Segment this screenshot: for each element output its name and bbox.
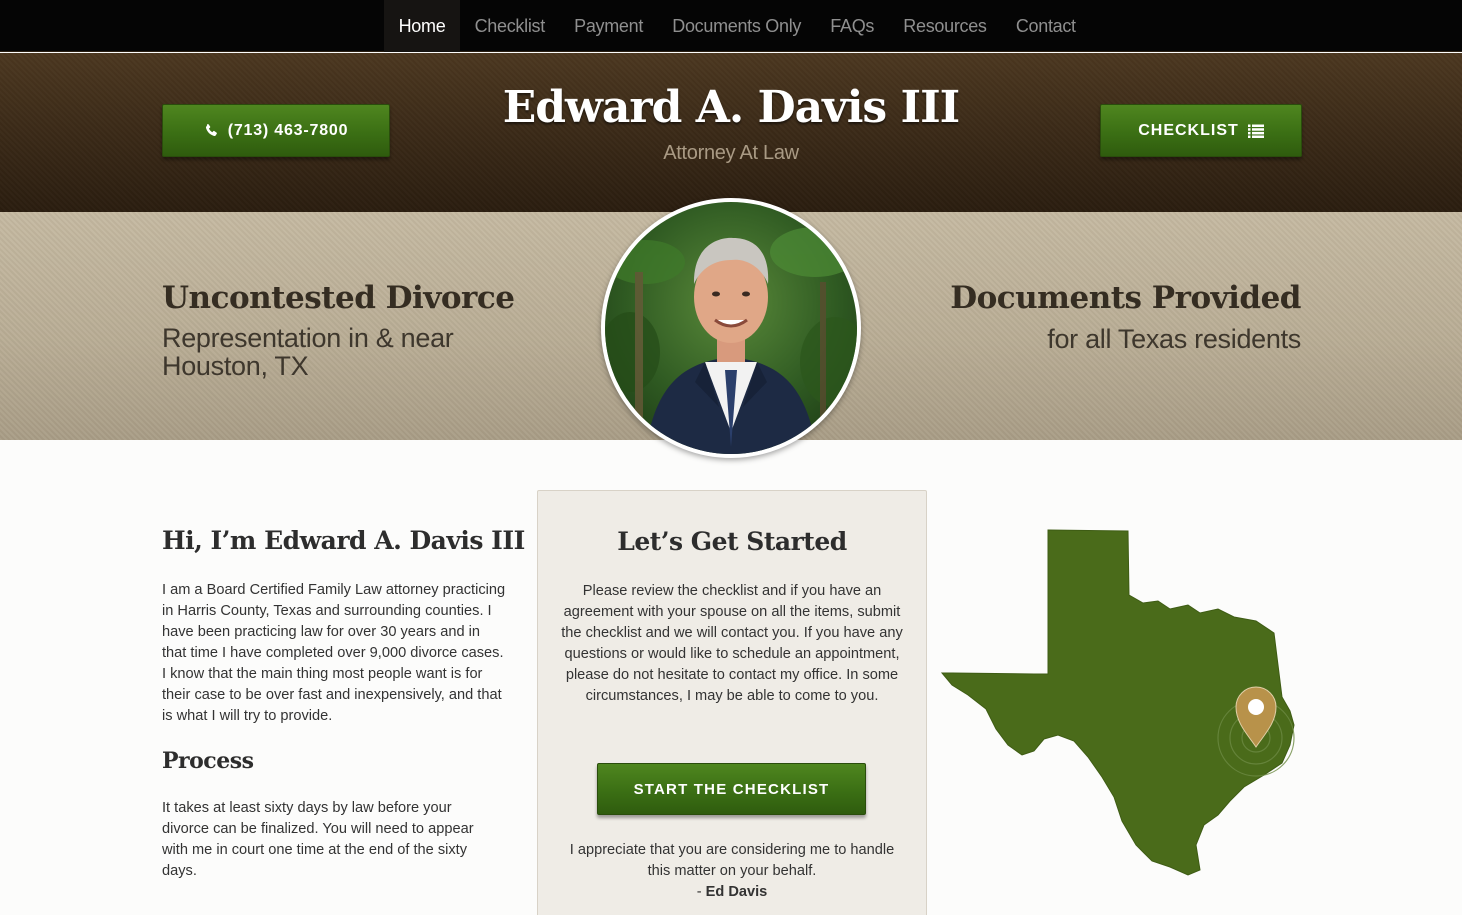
get-started-text: Please review the checklist and if you h… [561, 583, 903, 704]
get-started-title: Let’s Get Started [617, 527, 847, 556]
signature-prefix: - [696, 884, 706, 900]
nav-item-home[interactable]: Home [384, 0, 461, 52]
process-text: It takes at least sixty days by law befo… [162, 800, 474, 879]
list-icon [1247, 124, 1264, 138]
checklist-button-label: CHECKLIST [1138, 121, 1239, 139]
about-title: Hi, I’m Edward A. Davis III [162, 526, 525, 555]
nav-item-checklist[interactable]: Checklist [460, 0, 560, 52]
banner-right-subtitle: for all Texas residents [1047, 324, 1301, 354]
process-title: Process [162, 748, 254, 774]
nav-item-payment[interactable]: Payment [560, 0, 658, 52]
portrait-image [605, 202, 857, 454]
attorney-portrait [601, 198, 861, 458]
closing-text: I appreciate that you are considering me… [569, 842, 895, 879]
signature-name: Ed Davis [705, 884, 768, 900]
start-checklist-button[interactable]: START THE CHECKLIST [597, 763, 866, 815]
nav-item-faqs[interactable]: FAQs [816, 0, 889, 52]
banner-left-subtitle: Representation in & near Houston, TX [162, 323, 454, 381]
nav-list: Home Checklist Payment Documents Only FA… [384, 0, 1090, 52]
nav-item-documents-only[interactable]: Documents Only [658, 0, 816, 52]
about-text: I am a Board Certified Family Law attorn… [162, 582, 506, 724]
signature-line: - Ed Davis [557, 882, 907, 903]
texas-map [940, 529, 1295, 876]
banner-left-title: Uncontested Divorce [162, 280, 515, 316]
checklist-button[interactable]: CHECKLIST [1100, 104, 1302, 157]
banner-right-title: Documents Provided [950, 280, 1301, 316]
top-navigation: Home Checklist Payment Documents Only FA… [0, 0, 1462, 52]
nav-item-contact[interactable]: Contact [1001, 0, 1090, 52]
nav-item-resources[interactable]: Resources [889, 0, 1002, 52]
